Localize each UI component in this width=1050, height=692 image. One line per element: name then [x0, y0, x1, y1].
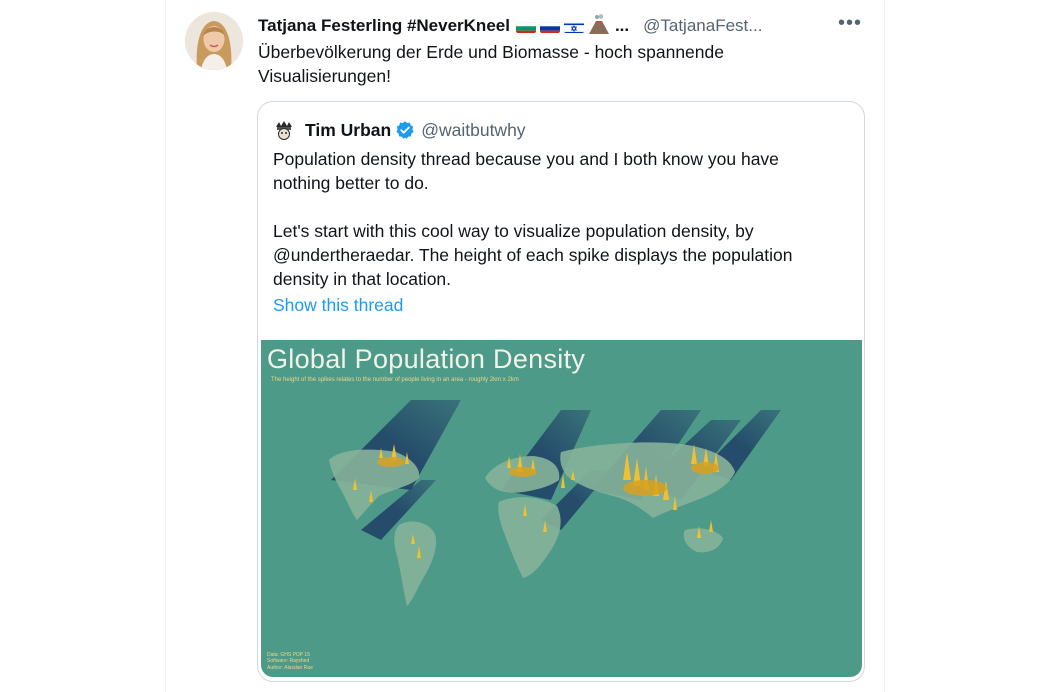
tweet[interactable]: Tatjana Festerling #NeverKneel ... @Tatj… — [166, 0, 884, 692]
quoted-paragraph-2: Let's start with this cool way to visual… — [273, 219, 843, 291]
more-options-icon[interactable]: ••• — [838, 12, 862, 35]
world-map-graphic — [329, 400, 781, 606]
verified-badge-icon — [395, 120, 415, 140]
quoted-text-line: @undertheraedar. The height of each spik… — [273, 245, 793, 265]
map-subtitle: The height of the spikes relates to the … — [271, 377, 519, 383]
tweet-text-line: Visualisierungen! — [258, 66, 391, 86]
quoted-paragraph-1: Population density thread because you an… — [273, 147, 843, 195]
quoted-author-avatar[interactable] — [273, 119, 295, 141]
timeline-column: Tatjana Festerling #NeverKneel ... @Tatj… — [165, 0, 885, 692]
tweet-header: Tatjana Festerling #NeverKneel ... @Tatj… — [258, 13, 878, 39]
author-handle[interactable]: @TatjanaFest... — [643, 16, 762, 36]
author-avatar[interactable] — [185, 12, 243, 70]
quoted-author-name[interactable]: Tim Urban — [305, 120, 391, 141]
tweet-text: Überbevölkerung der Erde und Biomasse - … — [258, 40, 818, 88]
quoted-text-line: Let's start with this cool way to visual… — [273, 221, 754, 241]
bulgaria-flag-icon — [515, 20, 536, 33]
population-density-image[interactable]: Global Population Density The height of … — [261, 340, 862, 677]
author-name[interactable]: Tatjana Festerling #NeverKneel — [258, 16, 510, 36]
quoted-text-line: density in that location. — [273, 269, 452, 289]
quoted-tweet-text: Population density thread because you an… — [273, 147, 843, 291]
quoted-text-line: nothing better to do. — [273, 173, 429, 193]
credit-software: Software: Rayshed — [267, 658, 310, 664]
russia-flag-icon — [539, 20, 560, 33]
credit-author: Author: Alasdair Rae — [267, 664, 313, 671]
quoted-tweet[interactable]: Tim Urban @waitbutwhy Population density… — [257, 101, 865, 682]
quoted-tweet-header: Tim Urban @waitbutwhy — [273, 118, 526, 142]
map-title: Global Population Density — [267, 344, 586, 374]
israel-flag-icon — [563, 20, 584, 33]
show-thread-link[interactable]: Show this thread — [273, 295, 403, 316]
quoted-author-handle[interactable]: @waitbutwhy — [421, 120, 525, 141]
tweet-text-line: Überbevölkerung der Erde und Biomasse - … — [258, 42, 724, 62]
name-truncation: ... — [614, 16, 630, 35]
volcano-icon — [588, 13, 610, 39]
map-credits: Data: GHS POP 15 Software: Rayshed Autho… — [267, 652, 313, 672]
quoted-text-line: Population density thread because you an… — [273, 149, 779, 169]
name-emoji-flags: ... — [515, 13, 630, 39]
